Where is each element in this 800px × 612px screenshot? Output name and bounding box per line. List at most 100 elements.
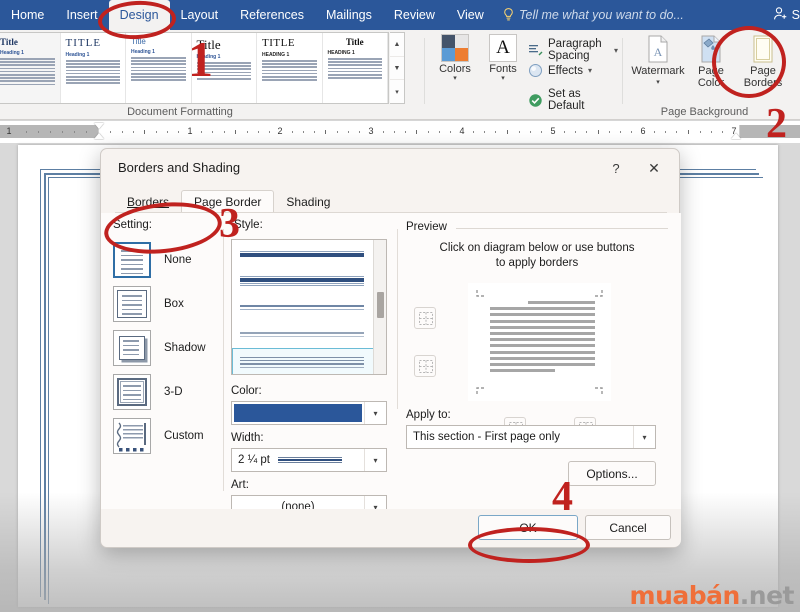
icon-lines	[123, 340, 139, 358]
ribbon-tabs: Home Insert Design Layout References Mai…	[0, 0, 495, 30]
ribbon-tab-home[interactable]: Home	[0, 0, 55, 30]
setting-option-shadow[interactable]: Shadow	[113, 327, 221, 369]
dialog-tab-shading[interactable]: Shading	[274, 190, 342, 213]
style-set-item[interactable]: Title Heading 1	[0, 33, 62, 103]
ruler-number: 3	[368, 126, 374, 136]
setting-shadow-icon	[113, 330, 151, 366]
watermark-suffix: .net	[739, 581, 795, 610]
watermark-label: Watermark	[631, 65, 685, 77]
ruler-number: 6	[640, 126, 646, 136]
preview-hint-line2: to apply borders	[495, 257, 579, 269]
style-set-preview-lines	[131, 57, 186, 81]
style-option[interactable]	[232, 321, 386, 348]
chevron-down-icon[interactable]: ▾	[656, 78, 660, 86]
style-gallery-scrollbar[interactable]: ▲ ▼ ▾	[390, 32, 405, 104]
right-indent-marker[interactable]	[731, 133, 741, 139]
width-line-preview	[277, 457, 342, 463]
ribbon-tab-mailings-label: Mailings	[326, 8, 372, 22]
ruler-number: 2	[277, 126, 283, 136]
column-divider	[223, 229, 224, 491]
help-icon[interactable]: ?	[605, 158, 627, 178]
style-option[interactable]	[232, 267, 386, 294]
gallery-more-button[interactable]: ▾	[390, 80, 404, 103]
style-option-selected[interactable]	[232, 348, 386, 374]
share-label: S	[791, 8, 800, 22]
style-set-preview-lines	[0, 58, 55, 86]
art-label: Art:	[231, 479, 249, 491]
horizontal-ruler[interactable]: 1 1 2 3 4 5 6 7	[0, 121, 800, 143]
apply-to-label: Apply to:	[406, 409, 451, 421]
annotation-circle-ok-button	[468, 527, 590, 563]
word-application-window: Home Insert Design Layout References Mai…	[0, 0, 800, 612]
first-line-indent-marker[interactable]	[94, 123, 104, 129]
tell-me-placeholder: Tell me what you want to do...	[519, 8, 684, 22]
ribbon-tab-layout[interactable]: Layout	[170, 0, 230, 30]
preview-hint: Click on diagram below or use buttons to…	[406, 241, 668, 271]
setting-3d-icon	[113, 374, 151, 410]
cancel-button[interactable]: Cancel	[585, 515, 671, 540]
style-set-heading: HEADING 1	[262, 52, 290, 58]
style-listbox-scrollbar[interactable]	[373, 240, 386, 374]
style-set-item[interactable]: TITLE HEADING 1	[257, 33, 323, 103]
setting-option-3d-label: 3-D	[164, 386, 183, 398]
paragraph-spacing-button[interactable]: Paragraph Spacing ▾	[528, 38, 618, 62]
ribbon-tab-mailings[interactable]: Mailings	[315, 0, 383, 30]
style-set-title: Title	[0, 37, 18, 47]
chevron-down-icon[interactable]: ▾	[453, 75, 457, 83]
style-set-title: Title	[131, 37, 146, 46]
share-button[interactable]: S	[768, 4, 800, 26]
tell-me-search[interactable]: Tell me what you want to do...	[503, 0, 684, 30]
apply-to-dropdown[interactable]: This section - First page only ▾	[406, 425, 656, 449]
style-listbox[interactable]	[231, 239, 387, 375]
ruler-number: 4	[459, 126, 465, 136]
ribbon-tab-review[interactable]: Review	[383, 0, 446, 30]
chevron-down-icon[interactable]: ▾	[364, 402, 386, 424]
column-divider	[397, 229, 398, 409]
watermark-button[interactable]: A Watermark ▾	[631, 34, 685, 86]
scrollbar-thumb[interactable]	[377, 292, 384, 318]
style-option[interactable]	[232, 294, 386, 321]
colors-button[interactable]: Colors ▾	[432, 34, 478, 83]
annotation-step-2: 2	[766, 101, 787, 147]
chevron-down-icon[interactable]: ▾	[633, 426, 655, 448]
ribbon-tab-references[interactable]: References	[229, 0, 315, 30]
ribbon-group-divider	[622, 38, 623, 104]
preview-diagram[interactable]	[468, 283, 611, 401]
chevron-down-icon[interactable]: ▾	[614, 46, 618, 55]
corner-marker-top-left	[476, 290, 484, 297]
dialog-tab-shading-label: Shading	[286, 194, 331, 209]
close-icon[interactable]: ✕	[643, 158, 665, 178]
left-indent-marker[interactable]	[94, 133, 104, 139]
watermark-icon: A	[645, 34, 671, 64]
gallery-scroll-down-button[interactable]: ▼	[390, 57, 404, 81]
effects-button[interactable]: Effects ▾	[528, 63, 592, 78]
ruler-number: 5	[550, 126, 556, 136]
chevron-down-icon[interactable]: ▾	[501, 75, 505, 83]
setting-option-custom[interactable]: Custom	[113, 415, 221, 457]
options-button[interactable]: Options...	[568, 461, 656, 486]
paragraph-spacing-label: Paragraph Spacing	[548, 38, 602, 62]
setting-box-icon	[113, 286, 151, 322]
fonts-glyph: A	[496, 37, 510, 58]
style-set-item[interactable]: Title HEADING 1	[322, 33, 388, 103]
ribbon-tab-view[interactable]: View	[446, 0, 495, 30]
setting-option-3d[interactable]: 3-D	[113, 371, 221, 413]
fonts-button[interactable]: A Fonts ▾	[480, 34, 526, 83]
color-dropdown[interactable]: ▾	[231, 401, 387, 425]
preview-bottom-border-button[interactable]	[414, 355, 436, 377]
chevron-down-icon[interactable]: ▾	[588, 66, 592, 75]
setting-option-box[interactable]: Box	[113, 283, 221, 325]
width-dropdown[interactable]: 2 ¼ pt ▾	[231, 448, 387, 472]
set-as-default-button[interactable]: Set as Default	[528, 88, 618, 112]
style-set-item[interactable]: TITLE Heading 1	[60, 33, 126, 103]
style-set-item[interactable]: Title Heading 1	[126, 33, 192, 103]
preview-top-border-button[interactable]	[414, 307, 436, 329]
chevron-down-icon[interactable]: ▾	[364, 449, 386, 471]
setting-custom-icon	[113, 418, 151, 454]
style-set-heading: Heading 1	[131, 49, 155, 55]
ribbon: Title Heading 1 TITLE Heading 1 Title He…	[0, 30, 800, 120]
setting-option-box-label: Box	[164, 298, 184, 310]
gallery-scroll-up-button[interactable]: ▲	[390, 33, 404, 57]
style-option[interactable]	[232, 240, 386, 267]
icon-lines	[121, 250, 143, 276]
